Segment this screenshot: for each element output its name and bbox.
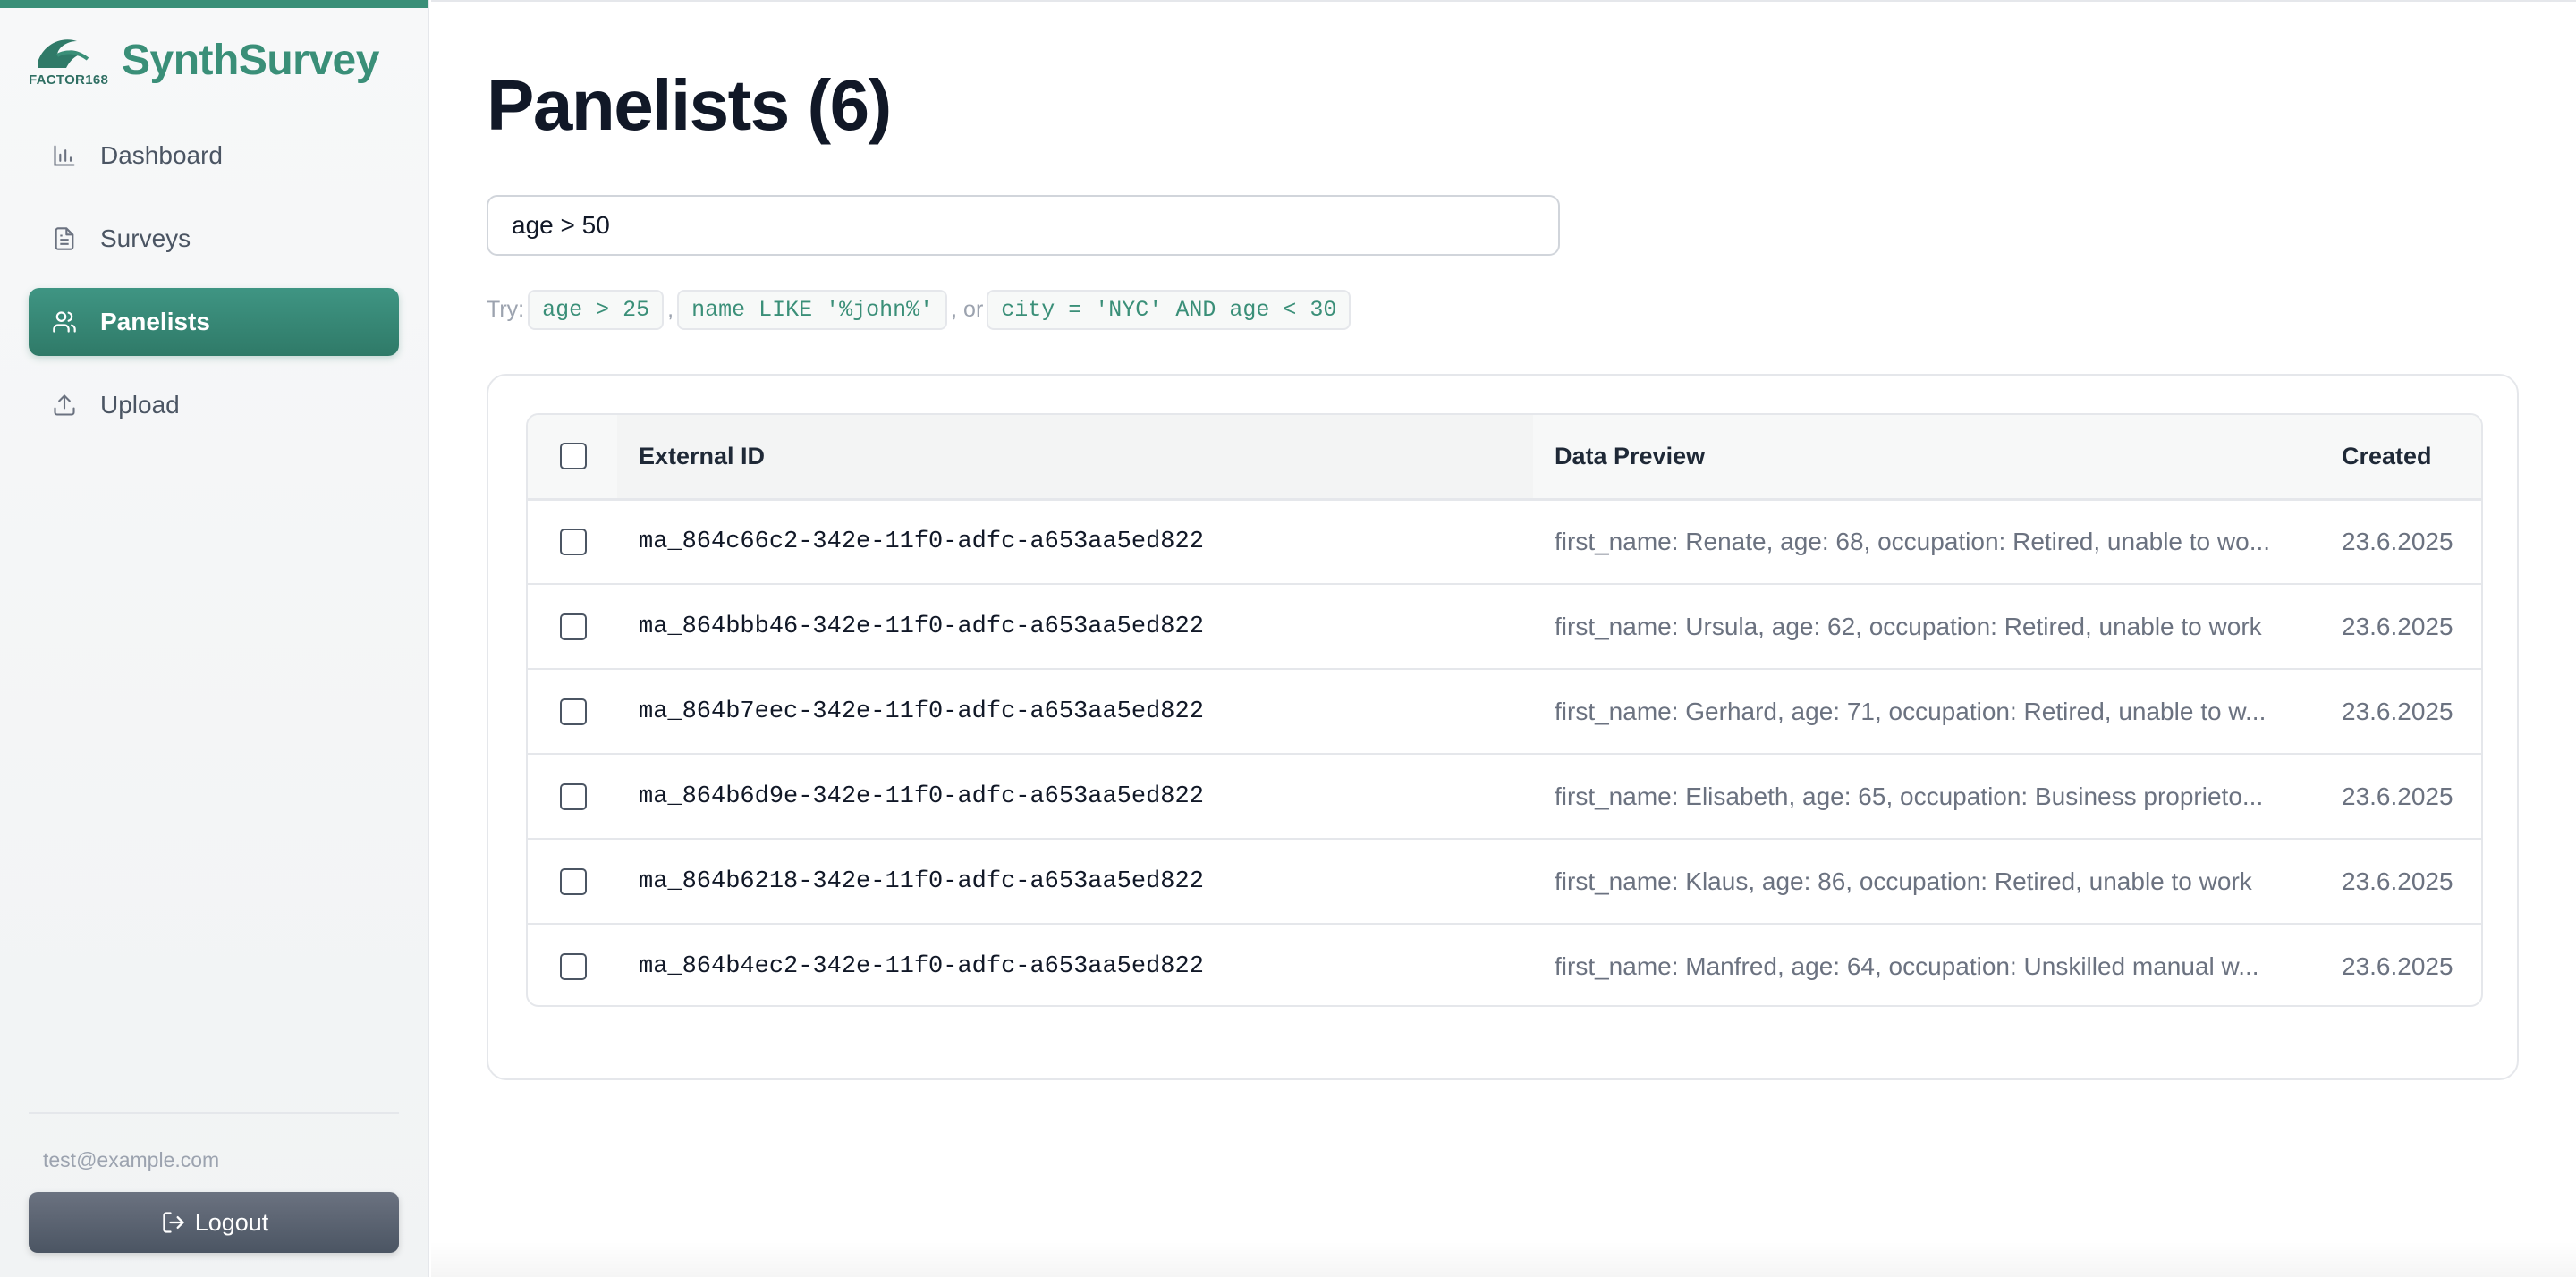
table-row[interactable]: ma_864b6d9e-342e-11f0-adfc-a653aa5ed822 … <box>528 754 2481 839</box>
row-checkbox[interactable] <box>560 698 587 725</box>
sidebar-nav: Dashboard Surveys Panelists Upload <box>29 122 399 454</box>
sidebar-item-label: Surveys <box>100 224 191 252</box>
data-preview-cell: first_name: Manfred, age: 64, occupation… <box>1555 952 2259 980</box>
external-id-cell: ma_864c66c2-342e-11f0-adfc-a653aa5ed822 <box>639 528 1204 555</box>
hint-example-chip[interactable]: name LIKE '%john%' <box>677 290 948 330</box>
hint-example-chip[interactable]: age > 25 <box>528 290 665 330</box>
app-root: FACTOR168 SynthSurvey Dashboard Surveys <box>0 0 2576 1277</box>
table-row[interactable]: ma_864c66c2-342e-11f0-adfc-a653aa5ed822 … <box>528 499 2481 584</box>
row-checkbox[interactable] <box>560 613 587 640</box>
created-cell: 23.6.2025 <box>2342 612 2453 640</box>
user-email: test@example.com <box>43 1148 220 1171</box>
upload-icon <box>50 391 79 419</box>
created-cell: 23.6.2025 <box>2342 867 2453 895</box>
external-id-cell: ma_864b6d9e-342e-11f0-adfc-a653aa5ed822 <box>639 782 1204 810</box>
logout-button[interactable]: Logout <box>29 1192 399 1253</box>
external-id-cell: ma_864b6218-342e-11f0-adfc-a653aa5ed822 <box>639 867 1204 895</box>
external-id-cell: ma_864bbb46-342e-11f0-adfc-a653aa5ed822 <box>639 613 1204 640</box>
query-hints: Try: age > 25 , name LIKE '%john%' , or … <box>487 290 1354 330</box>
bottom-fade <box>431 1241 2576 1277</box>
row-select-cell <box>528 924 617 1005</box>
sidebar-item-surveys[interactable]: Surveys <box>29 205 399 273</box>
table-row[interactable]: ma_864b4ec2-342e-11f0-adfc-a653aa5ed822 … <box>528 924 2481 1005</box>
sidebar-item-upload[interactable]: Upload <box>29 371 399 439</box>
brand-logo: FACTOR168 <box>29 32 108 88</box>
wave-logo-icon <box>38 39 89 68</box>
panelists-table-container: External ID Data Preview Created ma_864c… <box>526 413 2483 1007</box>
row-select-cell <box>528 669 617 754</box>
sidebar-item-label: Upload <box>100 391 180 419</box>
data-preview-cell: first_name: Elisabeth, age: 65, occupati… <box>1555 782 2264 810</box>
logout-label: Logout <box>194 1208 269 1236</box>
sidebar-item-label: Panelists <box>100 308 210 335</box>
created-cell: 23.6.2025 <box>2342 697 2453 725</box>
sidebar-item-panelists[interactable]: Panelists <box>29 288 399 356</box>
query-filter-input[interactable] <box>487 195 1560 256</box>
table-row[interactable]: ma_864bbb46-342e-11f0-adfc-a653aa5ed822 … <box>528 584 2481 669</box>
column-header-external-id[interactable]: External ID <box>617 415 1533 499</box>
external-id-cell: ma_864b4ec2-342e-11f0-adfc-a653aa5ed822 <box>639 953 1204 980</box>
sidebar-accent-bar <box>0 0 428 8</box>
data-preview-cell: first_name: Renate, age: 68, occupation:… <box>1555 527 2271 555</box>
panelists-card: External ID Data Preview Created ma_864c… <box>487 374 2519 1080</box>
select-all-checkbox[interactable] <box>560 443 587 470</box>
row-select-cell <box>528 754 617 839</box>
sidebar-item-label: Dashboard <box>100 141 223 169</box>
table-header: External ID Data Preview Created <box>528 415 2481 499</box>
users-icon <box>50 308 79 336</box>
hints-separator: , <box>667 297 674 322</box>
created-cell: 23.6.2025 <box>2342 527 2453 555</box>
created-cell: 23.6.2025 <box>2342 782 2453 810</box>
row-checkbox[interactable] <box>560 867 587 895</box>
bar-chart-icon <box>50 141 79 170</box>
data-preview-cell: first_name: Klaus, age: 86, occupation: … <box>1555 867 2252 895</box>
hints-prefix: Try: <box>487 297 525 322</box>
brand[interactable]: FACTOR168 SynthSurvey <box>29 29 379 91</box>
data-preview-cell: first_name: Ursula, age: 62, occupation:… <box>1555 612 2262 640</box>
column-header-created[interactable]: Created <box>2320 415 2481 499</box>
hints-separator: , or <box>951 297 984 322</box>
row-select-cell <box>528 499 617 584</box>
column-header-data-preview[interactable]: Data Preview <box>1533 415 2320 499</box>
sidebar-divider <box>29 1112 399 1114</box>
page-title: Panelists (6) <box>487 65 892 145</box>
row-checkbox[interactable] <box>560 953 587 980</box>
row-checkbox[interactable] <box>560 782 587 810</box>
data-preview-cell: first_name: Gerhard, age: 71, occupation… <box>1555 697 2267 725</box>
created-cell: 23.6.2025 <box>2342 952 2453 980</box>
row-select-cell <box>528 584 617 669</box>
top-border <box>431 0 2576 2</box>
hint-example-chip[interactable]: city = 'NYC' AND age < 30 <box>987 290 1352 330</box>
table-header-row: External ID Data Preview Created <box>528 415 2481 499</box>
table-row[interactable]: ma_864b6218-342e-11f0-adfc-a653aa5ed822 … <box>528 839 2481 924</box>
table-body: ma_864c66c2-342e-11f0-adfc-a653aa5ed822 … <box>528 499 2481 1005</box>
table-row[interactable]: ma_864b7eec-342e-11f0-adfc-a653aa5ed822 … <box>528 669 2481 754</box>
sidebar: FACTOR168 SynthSurvey Dashboard Surveys <box>0 0 429 1277</box>
main-content: Panelists (6) Try: age > 25 , name LIKE … <box>431 0 2576 1277</box>
brand-logo-text: FACTOR168 <box>29 72 109 88</box>
select-all-cell <box>528 415 617 499</box>
row-checkbox[interactable] <box>560 528 587 555</box>
brand-name: SynthSurvey <box>122 36 379 84</box>
logout-icon <box>159 1208 188 1237</box>
document-icon <box>50 224 79 253</box>
sidebar-item-dashboard[interactable]: Dashboard <box>29 122 399 190</box>
panelists-table: External ID Data Preview Created ma_864c… <box>528 415 2481 1005</box>
external-id-cell: ma_864b7eec-342e-11f0-adfc-a653aa5ed822 <box>639 698 1204 725</box>
row-select-cell <box>528 839 617 924</box>
